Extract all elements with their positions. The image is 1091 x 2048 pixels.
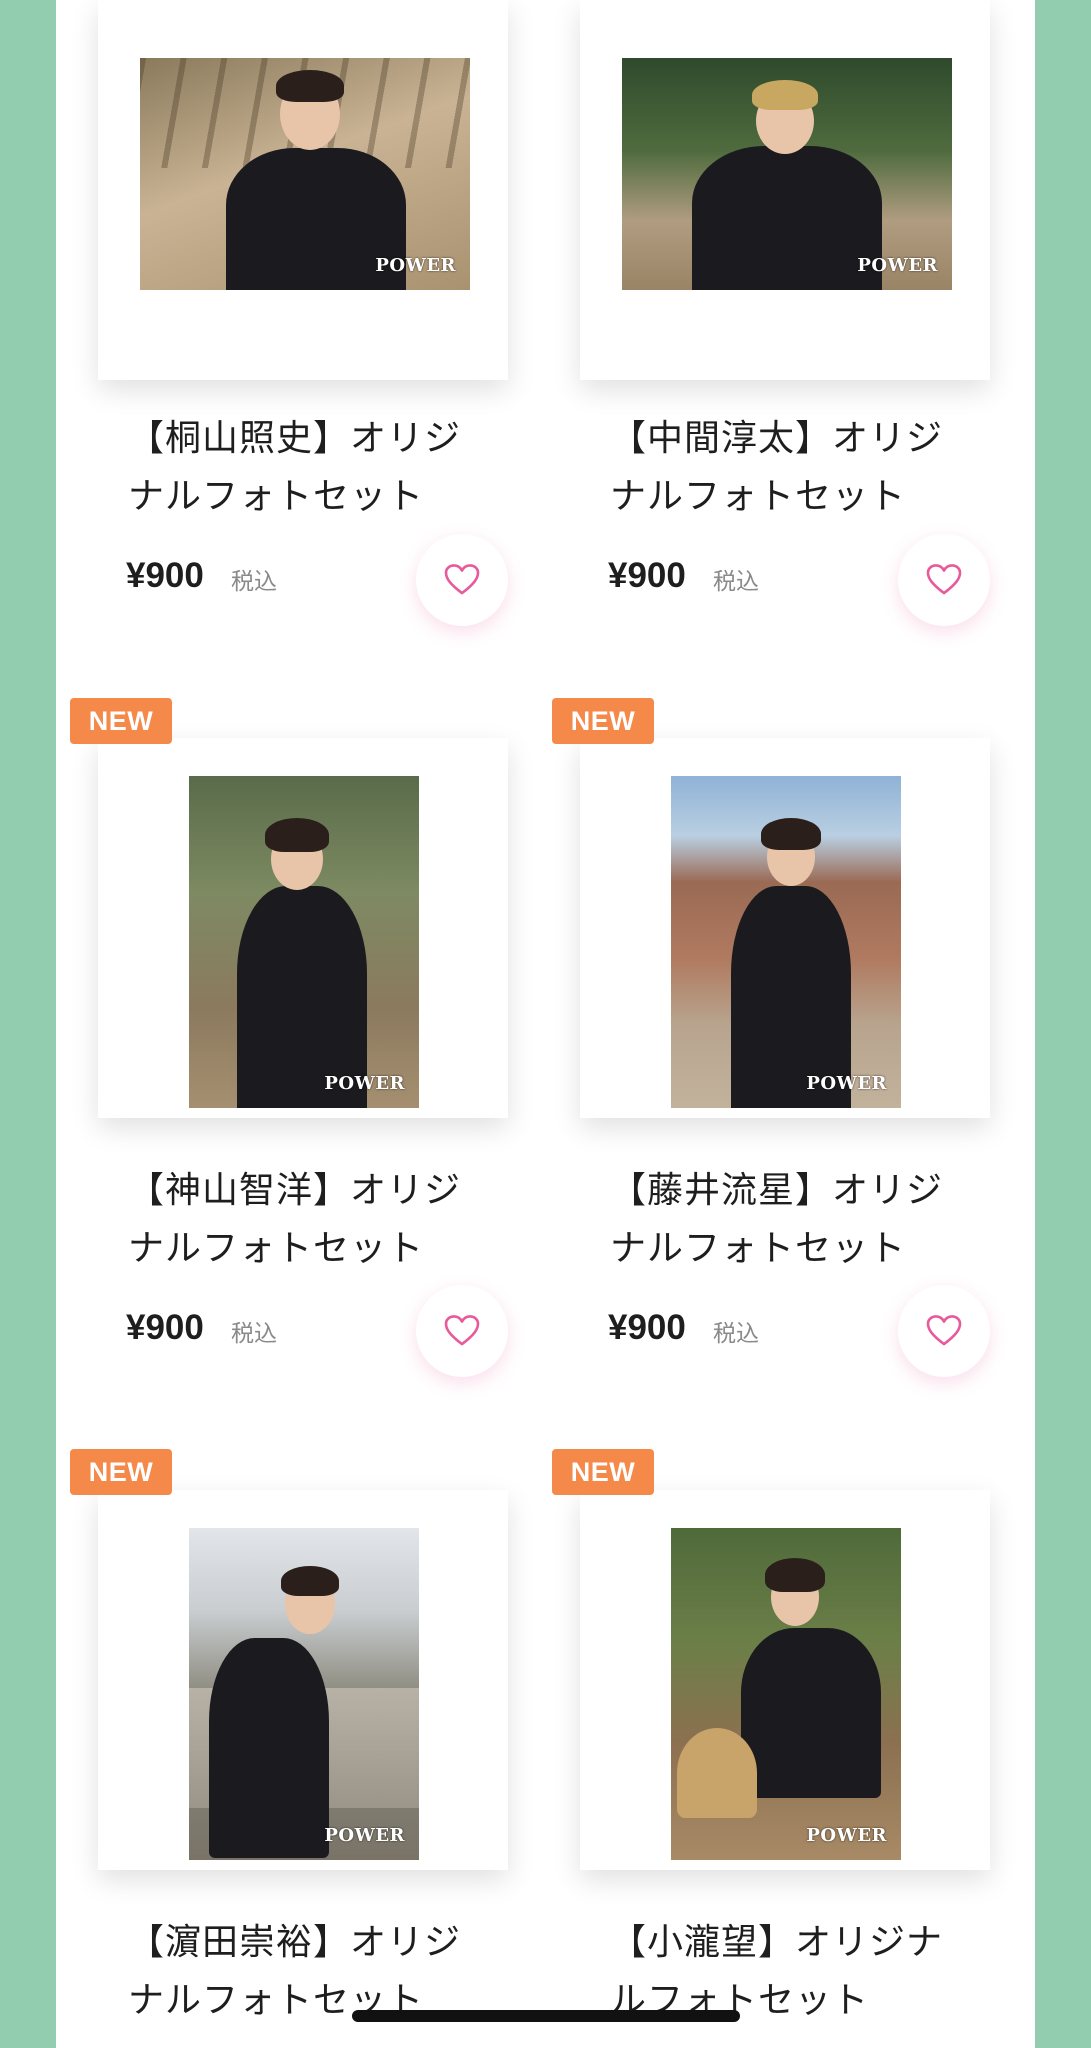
product-grid-panel: POWER 【桐山照史】オリジ ナルフォトセット ¥900 税込 POWER 【… xyxy=(56,0,1035,2048)
product-title[interactable]: 【桐山照史】オリジ ナルフォトセット xyxy=(128,410,508,526)
new-badge: NEW xyxy=(70,698,172,744)
photo-logo: POWER xyxy=(324,1825,405,1846)
home-indicator[interactable] xyxy=(352,2010,740,2022)
product-photo[interactable]: POWER xyxy=(140,58,470,290)
product-photo[interactable]: POWER xyxy=(671,776,901,1108)
product-price: ¥900 xyxy=(126,556,204,595)
product-card[interactable]: POWER xyxy=(580,1490,990,1870)
product-card[interactable]: POWER xyxy=(580,738,990,1118)
product-title[interactable]: 【神山智洋】オリジ ナルフォトセット xyxy=(128,1162,508,1278)
product-price: ¥900 xyxy=(608,556,686,595)
photo-logo: POWER xyxy=(375,255,456,276)
product-photo[interactable]: POWER xyxy=(189,776,419,1108)
new-badge: NEW xyxy=(552,698,654,744)
tax-label: 税込 xyxy=(713,1321,759,1347)
product-price: ¥900 xyxy=(126,1308,204,1347)
photo-logo: POWER xyxy=(857,255,938,276)
favorite-button[interactable] xyxy=(416,534,508,626)
product-title[interactable]: 【藤井流星】オリジ ナルフォトセット xyxy=(610,1162,990,1278)
heart-outline-icon xyxy=(444,1315,480,1346)
photo-logo: POWER xyxy=(806,1073,887,1094)
product-price: ¥900 xyxy=(608,1308,686,1347)
tax-label: 税込 xyxy=(231,569,277,595)
product-photo[interactable]: POWER xyxy=(189,1528,419,1860)
favorite-button[interactable] xyxy=(898,534,990,626)
product-card[interactable]: POWER xyxy=(98,1490,508,1870)
favorite-button[interactable] xyxy=(416,1285,508,1377)
heart-outline-icon xyxy=(926,564,962,595)
favorite-button[interactable] xyxy=(898,1285,990,1377)
heart-outline-icon xyxy=(444,564,480,595)
product-title[interactable]: 【中間淳太】オリジ ナルフォトセット xyxy=(610,410,990,526)
product-photo[interactable]: POWER xyxy=(622,58,952,290)
photo-logo: POWER xyxy=(806,1825,887,1846)
photo-logo: POWER xyxy=(324,1073,405,1094)
heart-outline-icon xyxy=(926,1315,962,1346)
product-photo[interactable]: POWER xyxy=(671,1528,901,1860)
new-badge: NEW xyxy=(70,1449,172,1495)
tax-label: 税込 xyxy=(231,1321,277,1347)
new-badge: NEW xyxy=(552,1449,654,1495)
tax-label: 税込 xyxy=(713,569,759,595)
product-card[interactable]: POWER xyxy=(98,0,508,380)
product-card[interactable]: POWER xyxy=(98,738,508,1118)
product-card[interactable]: POWER xyxy=(580,0,990,380)
